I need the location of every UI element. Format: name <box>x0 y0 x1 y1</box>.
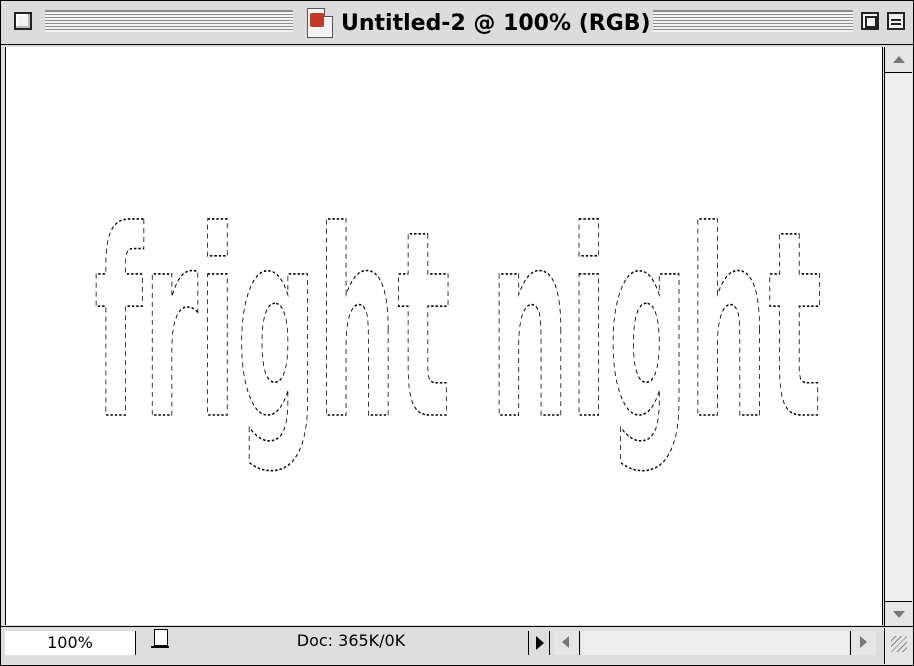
text-selection-marquee: fright night <box>94 187 823 477</box>
collapse-box-icon[interactable] <box>887 12 905 30</box>
scroll-right-button[interactable] <box>850 631 876 655</box>
zoom-box-icon[interactable] <box>861 12 879 30</box>
scroll-up-button[interactable] <box>885 47 912 73</box>
scroll-down-icon <box>893 611 905 618</box>
window-title-group: Untitled-2 @ 100% (RGB) <box>301 5 657 41</box>
scroll-left-button[interactable] <box>554 631 580 655</box>
title-bar[interactable]: Untitled-2 @ 100% (RGB) <box>1 1 913 45</box>
scroll-up-icon <box>893 56 905 63</box>
selection-text: fright night <box>94 187 822 476</box>
print-preview-icon[interactable] <box>151 629 171 651</box>
photoshop-document-icon <box>307 8 333 38</box>
play-arrow-icon[interactable] <box>528 631 550 655</box>
status-bar: 100% Doc: 365K/0K <box>1 626 913 665</box>
title-stripes-right <box>653 10 853 32</box>
image-canvas[interactable]: fright night <box>5 47 883 625</box>
vertical-scrollbar[interactable] <box>884 47 912 627</box>
document-window: Untitled-2 @ 100% (RGB) fright night 100… <box>0 0 914 666</box>
document-size-info[interactable]: Doc: 365K/0K <box>181 629 521 653</box>
scroll-down-button[interactable] <box>885 601 912 627</box>
title-stripes-left <box>45 10 293 32</box>
zoom-level-field[interactable]: 100% <box>5 631 136 655</box>
window-title: Untitled-2 @ 100% (RGB) <box>341 10 651 36</box>
resize-grip-icon[interactable] <box>884 628 912 664</box>
close-box-icon[interactable] <box>14 12 32 30</box>
horizontal-scrollbar-track[interactable] <box>581 631 849 655</box>
